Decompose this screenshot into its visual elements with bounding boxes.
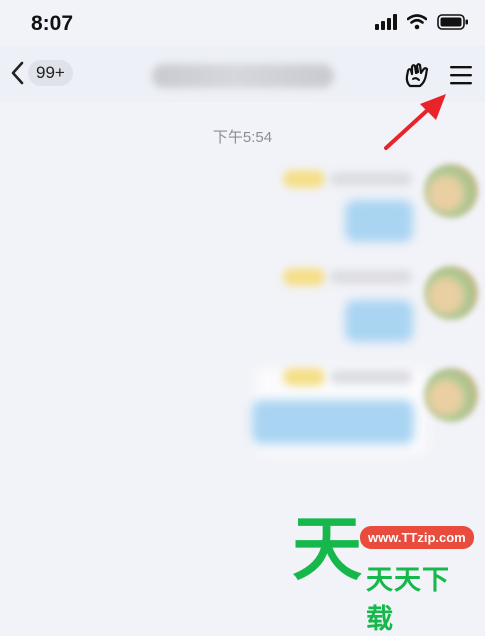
sender-avatar[interactable] [424, 164, 478, 218]
message-bubble[interactable] [345, 300, 413, 342]
annotation-arrow [384, 94, 446, 150]
chat-title [152, 64, 334, 88]
wifi-icon [407, 14, 427, 30]
watermark-logo: 天 www.TTzip.com 天天下载 [288, 514, 474, 634]
battery-icon [437, 14, 468, 30]
watermark-logo-char: 天 [292, 510, 362, 588]
status-time: 8:07 [31, 12, 74, 35]
chevron-left-icon [11, 61, 24, 85]
unread-count-badge: 99+ [28, 60, 73, 86]
back-button[interactable]: 99+ [10, 60, 73, 86]
menu-icon[interactable] [449, 64, 473, 86]
sender-name [330, 370, 412, 384]
status-bar: 8:07 [0, 0, 485, 46]
message-bubble[interactable] [252, 400, 414, 444]
watermark-subtitle: 天天下载 [366, 565, 450, 634]
message-bubble[interactable] [345, 200, 413, 242]
watermark-url: www.TTzip.com [360, 526, 474, 549]
sender-name [330, 172, 412, 186]
member-tag [283, 170, 325, 188]
status-icons [375, 14, 469, 30]
sender-name [330, 270, 412, 284]
member-tag [283, 268, 325, 286]
hand-gesture-icon[interactable] [404, 62, 432, 90]
member-tag [283, 368, 325, 386]
sender-avatar[interactable] [424, 368, 478, 422]
sender-avatar[interactable] [424, 266, 478, 320]
signal-icon [375, 14, 397, 30]
